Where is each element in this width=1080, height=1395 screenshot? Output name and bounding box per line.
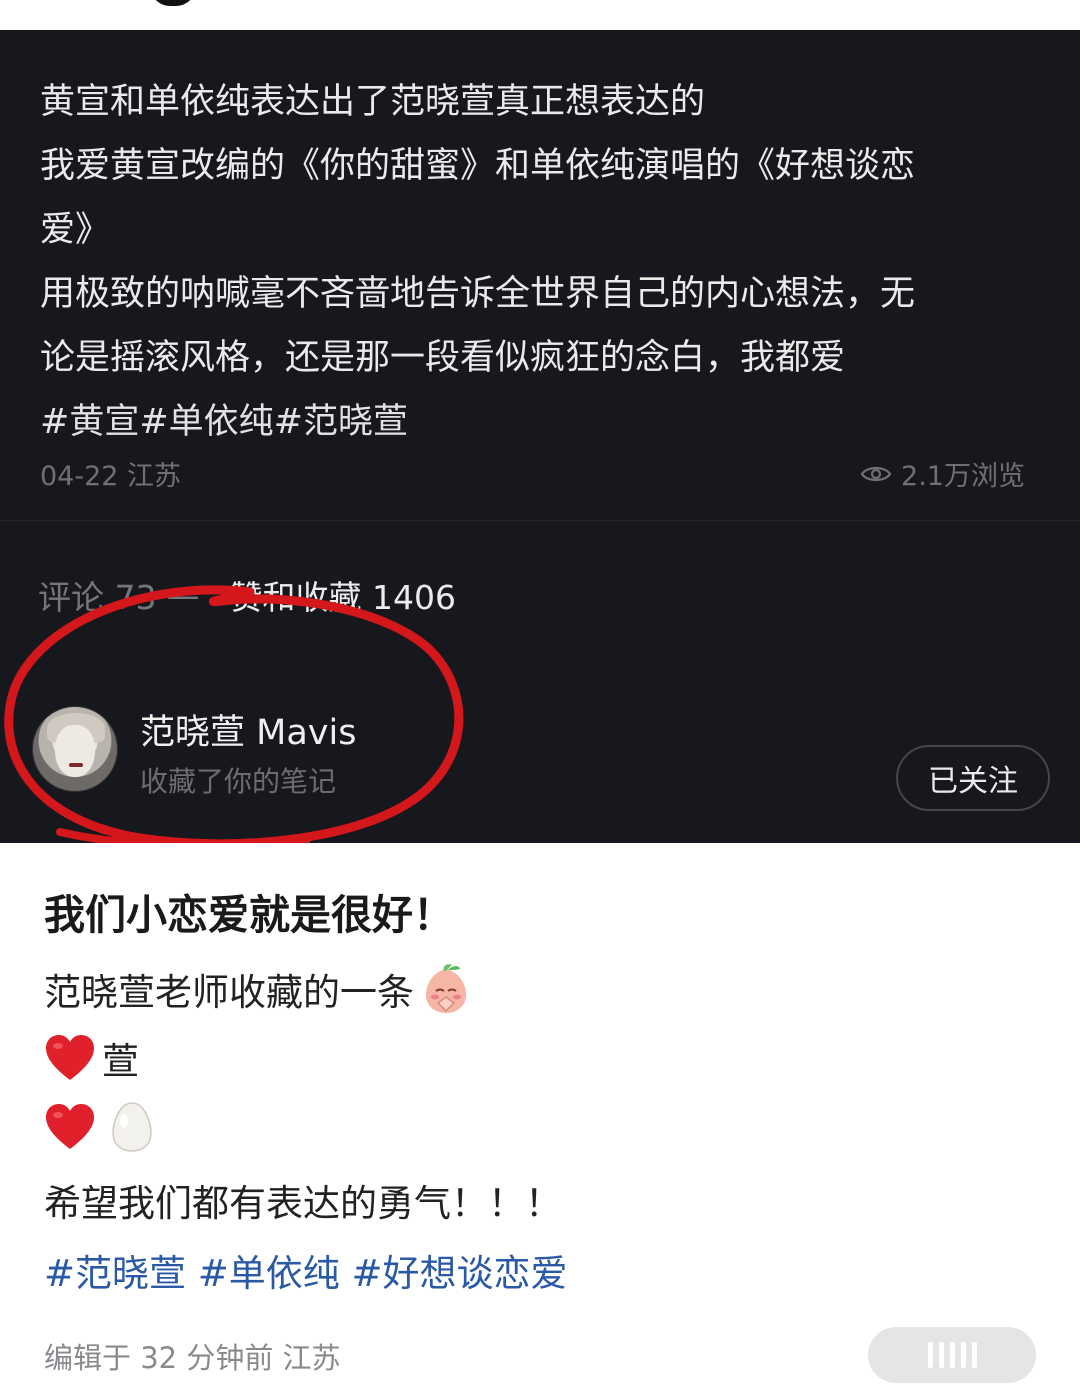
watermark-bar bbox=[960, 1342, 966, 1368]
peach-pray-emoji bbox=[426, 964, 466, 1013]
avatar-face bbox=[55, 725, 95, 777]
caption-edit-meta: 编辑于 32 分钟前 江苏 bbox=[44, 1341, 341, 1375]
notification-item[interactable]: 范晓萱 Mavis 收藏了你的笔记 已关注 bbox=[0, 690, 1080, 811]
caption-line-1-text: 范晓萱老师收藏的一条 bbox=[44, 971, 414, 1014]
caption-line-2: 萱 bbox=[44, 1031, 139, 1085]
views-label: 2.1万浏览 bbox=[901, 461, 1025, 492]
post-line: 黄宣和单依纯表达出了范晓萱真正想表达的 bbox=[40, 82, 706, 122]
post-view-count: 2.1万浏览 bbox=[861, 454, 1025, 493]
notification-action-text: 收藏了你的笔记 bbox=[140, 765, 337, 798]
notification-user-name[interactable]: 范晓萱 Mavis bbox=[140, 704, 356, 755]
avatar[interactable] bbox=[32, 706, 118, 792]
post-line: 用极致的呐喊毫不吝啬地告诉全世界自己的内心想法，无 bbox=[40, 274, 916, 314]
eye-icon bbox=[861, 466, 892, 481]
caption-hashtags[interactable]: #范晓萱 #单依纯 #好想谈恋爱 bbox=[44, 1243, 568, 1297]
post-meta-row: 04-22 江苏 2.1万浏览 bbox=[40, 454, 1025, 494]
stats-tabs: 评论 73 — 赞和收藏 1406 bbox=[38, 570, 456, 620]
caption-panel: 我们小恋爱就是很好！ 范晓萱老师收藏的一条 萱 希望我们都有表达的勇气！！！ #… bbox=[0, 843, 1080, 1395]
divider bbox=[0, 520, 1080, 521]
caption-line-2-text: 萱 bbox=[102, 1040, 139, 1083]
post-hashtags[interactable]: #黄宣#单依纯#范晓萱 bbox=[40, 390, 1040, 454]
watermark-bar bbox=[949, 1342, 955, 1368]
caption-line-3 bbox=[44, 1101, 154, 1153]
post-body-text: 黄宣和单依纯表达出了范晓萱真正想表达的 我爱黄宣改编的《你的甜蜜》和单依纯演唱的… bbox=[40, 70, 1040, 454]
top-status-strip bbox=[0, 0, 1080, 30]
post-line: 论是摇滚风格，还是那一段看似疯狂的念白，我都爱 bbox=[40, 338, 846, 378]
post-line: 我爱黄宣改编的《你的甜蜜》和单依纯演唱的《好想谈恋 bbox=[40, 146, 916, 186]
post-date-location: 04-22 江苏 bbox=[40, 461, 182, 492]
watermark-badge bbox=[868, 1327, 1036, 1383]
watermark-bar bbox=[927, 1342, 933, 1368]
cropped-status-glyph bbox=[150, 0, 196, 6]
post-screenshot-panel: 黄宣和单依纯表达出了范晓萱真正想表达的 我爱黄宣改编的《你的甜蜜》和单依纯演唱的… bbox=[0, 30, 1080, 843]
egg-emoji bbox=[112, 1102, 152, 1152]
tab-separator: — bbox=[166, 575, 200, 615]
caption-title: 我们小恋爱就是很好！ bbox=[44, 891, 454, 939]
post-line: 爱》 bbox=[40, 210, 111, 250]
watermark-bar bbox=[938, 1342, 944, 1368]
tab-comments[interactable]: 评论 73 bbox=[38, 571, 156, 619]
red-heart-emoji bbox=[46, 1035, 94, 1080]
avatar-mouth bbox=[69, 763, 83, 767]
red-heart-emoji bbox=[46, 1104, 94, 1149]
caption-line-4: 希望我们都有表达的勇气！！！ bbox=[44, 1182, 562, 1225]
watermark-bar bbox=[971, 1342, 977, 1368]
caption-line-1: 范晓萱老师收藏的一条 bbox=[44, 961, 474, 1017]
following-button[interactable]: 已关注 bbox=[896, 745, 1050, 811]
tab-likes-collects[interactable]: 赞和收藏 1406 bbox=[229, 571, 455, 619]
